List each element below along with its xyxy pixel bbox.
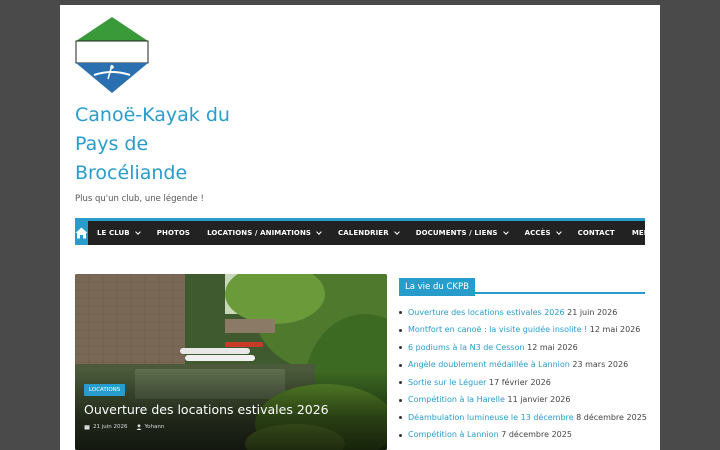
list-item: Ouverture des locations estivales 2026 2… bbox=[399, 304, 659, 322]
site-description: Plus qu'un club, une légende ! bbox=[75, 194, 204, 204]
site-logo[interactable] bbox=[74, 15, 150, 95]
nav-item-label: MEMBRES bbox=[631, 229, 660, 237]
user-icon bbox=[136, 424, 142, 430]
home-icon bbox=[75, 227, 88, 239]
featured-meta: 21 juin 2026 Yohann bbox=[84, 424, 164, 430]
site-title-line: Canoë-Kayak du bbox=[75, 104, 230, 126]
chevron-down-icon bbox=[502, 228, 509, 235]
list-item: 6 podiums à la N3 de Cesson 12 mai 2026 bbox=[399, 339, 659, 357]
widget-title: La vie du CKPB bbox=[399, 278, 475, 296]
news-date: 12 mai 2026 bbox=[589, 325, 641, 335]
home-button[interactable] bbox=[75, 221, 88, 245]
news-link[interactable]: Ouverture des locations estivales 2026 bbox=[408, 308, 565, 317]
post-author-text: Yohann bbox=[144, 424, 165, 430]
news-link[interactable]: Angèle doublement médaillée à Lannion bbox=[408, 360, 570, 369]
bullet-icon bbox=[399, 363, 402, 367]
nav-item-label: LOCATIONS / ANIMATIONS bbox=[207, 229, 312, 237]
chevron-down-icon bbox=[393, 228, 400, 235]
news-link[interactable]: Sortie sur le Léguer bbox=[408, 378, 486, 387]
news-date: 12 mai 2026 bbox=[527, 342, 578, 352]
nav-item-label: PHOTOS bbox=[156, 229, 191, 237]
news-link[interactable]: Compétition à Lannion bbox=[408, 430, 499, 439]
nav-item-documents-liens[interactable]: DOCUMENTS / LIENS bbox=[407, 221, 516, 245]
featured-title[interactable]: Ouverture des locations estivales 2026 bbox=[84, 402, 329, 417]
category-badge[interactable]: LOCATIONS bbox=[84, 384, 126, 396]
widget-header: La vie du CKPB bbox=[399, 274, 645, 296]
site-title-line: Pays de bbox=[75, 133, 149, 155]
bullet-icon bbox=[399, 433, 402, 437]
nav-item-label: CONTACT bbox=[577, 229, 615, 237]
nav-item-calendrier[interactable]: CALENDRIER bbox=[329, 221, 407, 245]
page-container: Canoë-Kayak du Pays de Brocéliande Plus … bbox=[60, 5, 660, 450]
list-item: Sortie sur le Léguer 17 février 2026 bbox=[399, 374, 659, 392]
featured-post[interactable]: LOCATIONS Ouverture des locations estiva… bbox=[75, 274, 387, 450]
nav-item-le-club[interactable]: LE CLUB bbox=[88, 221, 148, 245]
list-item: Déambulation lumineuse le 13 décembre 8 … bbox=[399, 409, 659, 427]
nav-item-label: LE CLUB bbox=[97, 229, 130, 237]
news-link[interactable]: Montfort en canoë : la visite guidée ins… bbox=[408, 325, 587, 334]
nav-item-label: DOCUMENTS / LIENS bbox=[415, 229, 498, 237]
news-link[interactable]: 6 podiums à la N3 de Cesson bbox=[408, 343, 525, 352]
nav-item-membres[interactable]: MEMBRES bbox=[623, 221, 660, 245]
post-author[interactable]: Yohann bbox=[136, 424, 165, 430]
list-item: Angèle doublement médaillée à Lannion 23… bbox=[399, 357, 659, 375]
bullet-icon bbox=[399, 381, 402, 385]
list-item: Compétition à Lannion 7 décembre 2025 bbox=[399, 427, 659, 445]
calendar-icon bbox=[84, 425, 90, 430]
bullet-icon bbox=[399, 416, 402, 420]
site-title[interactable]: Canoë-Kayak du Pays de Brocéliande bbox=[75, 101, 275, 188]
post-date[interactable]: 21 juin 2026 bbox=[84, 424, 128, 430]
list-item: Montfort en canoë : la visite guidée ins… bbox=[399, 322, 659, 340]
post-date-text: 21 juin 2026 bbox=[93, 424, 128, 430]
bullet-icon bbox=[399, 328, 402, 332]
bullet-icon bbox=[399, 346, 402, 350]
site-title-line: Brocéliande bbox=[75, 162, 188, 184]
bullet-icon bbox=[399, 398, 402, 402]
nav-item-photos[interactable]: PHOTOS bbox=[148, 221, 198, 245]
nav-item-acces[interactable]: ACCÈS bbox=[516, 221, 569, 245]
nav-item-label: ACCÈS bbox=[524, 229, 551, 237]
news-link[interactable]: Compétition à la Harelle bbox=[408, 395, 505, 404]
news-date: 17 février 2026 bbox=[489, 377, 551, 387]
news-date: 23 mars 2026 bbox=[572, 360, 629, 370]
main-navigation: LE CLUB PHOTOS LOCATIONS / ANIMATIONS CA… bbox=[75, 218, 660, 245]
news-date: 8 décembre 2025 bbox=[576, 412, 647, 422]
news-list: Ouverture des locations estivales 2026 2… bbox=[399, 304, 659, 444]
news-date: 11 janvier 2026 bbox=[507, 395, 571, 405]
nav-item-contact[interactable]: CONTACT bbox=[569, 221, 623, 245]
news-date: 7 décembre 2025 bbox=[501, 430, 572, 440]
bullet-icon bbox=[399, 311, 402, 315]
news-link[interactable]: Déambulation lumineuse le 13 décembre bbox=[408, 413, 574, 422]
news-date: 21 juin 2026 bbox=[567, 307, 618, 317]
nav-item-label: CALENDRIER bbox=[338, 229, 389, 237]
chevron-down-icon bbox=[316, 228, 322, 235]
chevron-down-icon bbox=[134, 228, 141, 235]
nav-item-locations-animations[interactable]: LOCATIONS / ANIMATIONS bbox=[198, 221, 329, 245]
chevron-down-icon bbox=[555, 228, 562, 235]
list-item: Compétition à la Harelle 11 janvier 2026 bbox=[399, 392, 659, 410]
